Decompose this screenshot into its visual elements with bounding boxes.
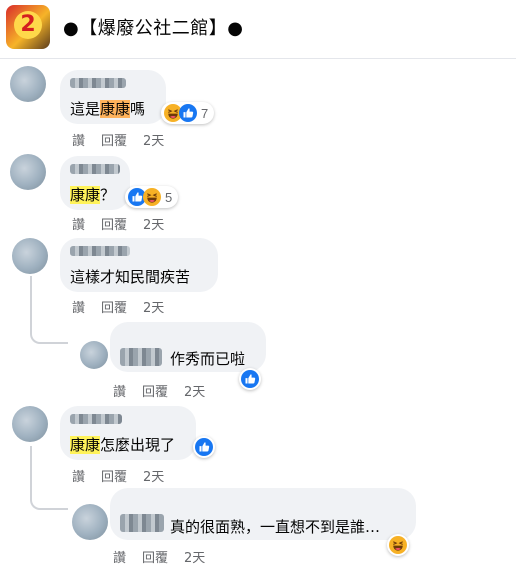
timestamp[interactable]: 2天 [143,134,164,149]
highlighted-name: 康康 [100,100,131,118]
avatar[interactable] [72,504,108,540]
like-link[interactable]: 讚 [72,218,85,233]
commenter-name-blurred[interactable] [70,414,122,424]
comment-bubble: 這是康康嗎 [60,70,166,124]
commenter-name-blurred[interactable] [70,78,126,88]
commenter-name-blurred[interactable] [120,514,164,532]
thumbs-up-icon [241,370,259,388]
like-link[interactable]: 讚 [113,385,126,400]
comment-actions: 讚 回覆 2天 [72,466,180,485]
comment-actions: 讚 回覆 2天 [72,297,180,316]
like-link[interactable]: 讚 [72,301,85,316]
commenter-name-blurred[interactable] [70,164,120,174]
comment-text: 康康？ [70,186,116,204]
timestamp[interactable]: 2天 [143,218,164,233]
reply-link[interactable]: 回覆 [142,385,168,400]
timestamp[interactable]: 2天 [143,301,164,316]
reply-link[interactable]: 回覆 [101,134,127,149]
timestamp[interactable]: 2天 [143,470,164,485]
like-link[interactable]: 讚 [72,470,85,485]
comment-text: 康康怎麼出現了 [70,436,176,454]
comment-text: 真的很面熟，一直想不到是誰… [170,518,381,536]
group-header: 2 ●【爆廢公社二館】● [0,0,516,59]
reply-link[interactable]: 回覆 [101,218,127,233]
comment-bubble: 這樣才知民間疾苦 [60,238,218,292]
reaction-count: 7 [201,105,209,121]
comment-text: 這是康康嗎 [70,100,146,118]
avatar[interactable] [12,238,48,274]
reaction-summary[interactable] [193,436,215,458]
reaction-summary[interactable] [387,534,409,556]
comment-actions: 讚回覆 2天 [113,547,221,566]
reaction-summary[interactable]: 5 [125,186,179,208]
commenter-name-blurred[interactable] [70,246,130,256]
comment-bubble: 作秀而已啦 [110,322,266,372]
avatar[interactable] [80,341,108,369]
comment-actions: 讚 回覆 2天 [113,381,221,400]
reaction-summary[interactable] [239,368,261,390]
laughing-face-icon [143,188,161,206]
comment-bubble: 康康怎麼出現了 [60,406,196,460]
comment-actions: 讚 回覆 2天 [72,130,180,149]
comment-text: 作秀而已啦 [170,350,246,368]
reply-thread-line [30,446,68,510]
reply-link[interactable]: 回覆 [101,470,127,485]
reply-link[interactable]: 回覆 [101,301,127,316]
reaction-summary[interactable]: 7 [161,102,215,124]
like-link[interactable]: 讚 [72,134,85,149]
thumbs-up-icon [195,438,213,456]
reaction-count: 5 [165,189,173,205]
group-title[interactable]: ●【爆廢公社二館】● [63,14,243,40]
highlighted-name: 康康 [70,436,101,454]
reply-thread-line [30,276,68,344]
laughing-face-icon [389,536,407,554]
thumbs-up-icon [179,104,197,122]
avatar[interactable] [10,154,46,190]
comment-text: 這樣才知民間疾苦 [70,268,191,286]
commenter-name-blurred[interactable] [120,348,162,366]
avatar[interactable] [10,66,46,102]
highlighted-name: 康康 [70,186,101,204]
timestamp[interactable]: 2天 [184,385,205,400]
avatar[interactable] [12,406,48,442]
comment-bubble: 真的很面熟，一直想不到是誰… [110,488,416,540]
group-logo-number: 2 [14,11,42,39]
group-logo[interactable]: 2 [6,5,50,49]
comment-bubble: 康康？ [60,156,130,210]
comment-actions: 讚 回覆 2天 [72,214,180,233]
